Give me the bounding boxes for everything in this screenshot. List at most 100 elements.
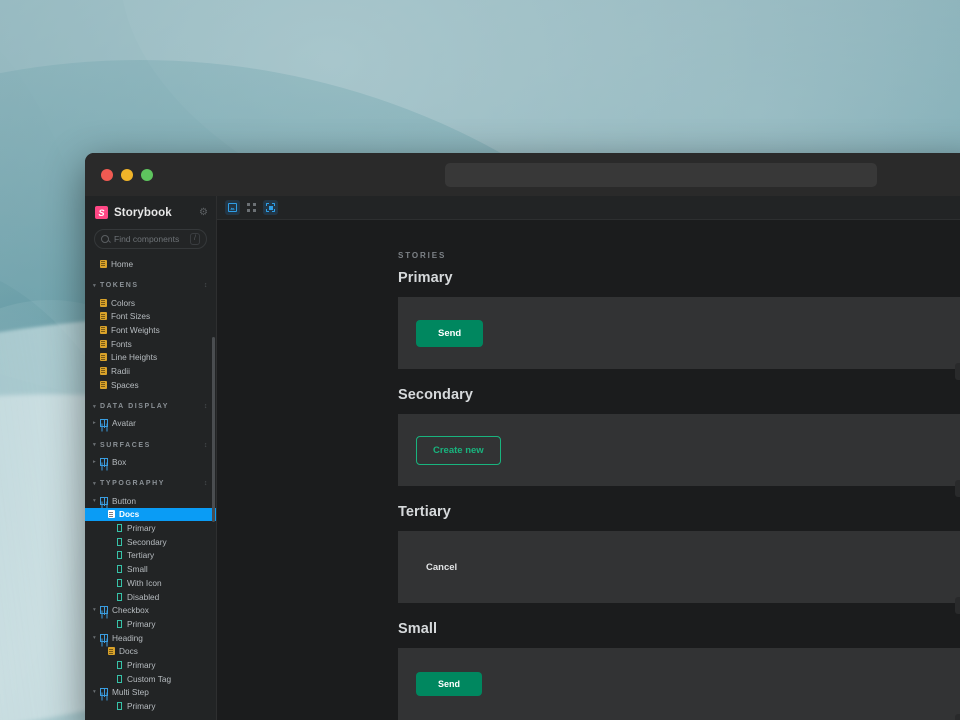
sidebar-item-tertiary[interactable]: Tertiary: [85, 549, 216, 563]
sidebar-item-font-sizes[interactable]: Font Sizes: [85, 309, 216, 323]
sidebar-group-surfaces[interactable]: ▾ SURFACES ↕: [85, 430, 216, 455]
address-bar-input[interactable]: [445, 163, 877, 187]
chevron-down-icon: ▾: [93, 403, 98, 410]
sidebar-item-label: Home: [111, 258, 134, 269]
docs-canvas[interactable]: STORIES Primary Send Show code Secondary Cre…: [217, 220, 960, 720]
sidebar-item-primary[interactable]: Primary: [85, 699, 216, 713]
sidebar-item-label: Line Heights: [111, 352, 158, 363]
sidebar-item-multi-step[interactable]: ▾ Multi Step: [85, 686, 216, 700]
sidebar-item-spaces[interactable]: Spaces: [85, 378, 216, 392]
sidebar-group-data-display[interactable]: ▾ DATA DISPLAY ↕: [85, 392, 216, 417]
sidebar-item-home[interactable]: Home: [85, 257, 216, 271]
component-grid-icon: [100, 688, 108, 698]
story-bookmark-icon: [117, 619, 122, 628]
sidebar-item-font-weights[interactable]: Font Weights: [85, 323, 216, 337]
chevron-down-icon: ▾: [93, 689, 96, 696]
grid-background-icon[interactable]: [244, 200, 259, 215]
browser-window: S Storybook ⚙ Find components / Home ▾ TOK…: [85, 153, 960, 720]
story-heading: Primary: [398, 270, 453, 286]
show-code-button[interactable]: Show code: [954, 480, 960, 497]
sidebar-item-custom-tag[interactable]: Custom Tag: [85, 672, 216, 686]
chevron-down-icon: ▾: [93, 480, 98, 487]
story-bookmark-icon: [117, 537, 122, 546]
window-titlebar: [85, 153, 960, 196]
expand-collapse-icon[interactable]: ↕: [204, 403, 209, 410]
chevron-down-icon: ▾: [93, 282, 98, 289]
sidebar-item-label: Font Weights: [111, 324, 160, 335]
sidebar-item-checkbox[interactable]: ▾ Checkbox: [85, 603, 216, 617]
chevron-right-icon: ▸: [93, 420, 96, 427]
sidebar-item-disabled[interactable]: Disabled: [85, 590, 216, 604]
sidebar-scrollbar[interactable]: [212, 337, 215, 522]
demo-button-secondary[interactable]: Create new: [416, 435, 501, 465]
show-code-button[interactable]: Show code: [954, 714, 960, 720]
sidebar-item-box[interactable]: ▸ Box: [85, 455, 216, 469]
sidebar-item-fonts[interactable]: Fonts: [85, 337, 216, 351]
sidebar-item-button[interactable]: ▾ Button: [85, 494, 216, 508]
story-heading: Secondary: [398, 387, 474, 403]
sidebar-item-primary[interactable]: Primary: [85, 521, 216, 535]
sidebar-item-label: Font Sizes: [111, 311, 151, 322]
canvas-toolbar: [217, 196, 960, 220]
chevron-down-icon: ▾: [93, 607, 96, 614]
demo-button-small[interactable]: Send: [416, 672, 483, 696]
expand-collapse-icon[interactable]: ↕: [204, 282, 209, 289]
sidebar-item-label: With Icon: [127, 577, 162, 588]
sidebar-tree[interactable]: Home ▾ TOKENS ↕ Colors Font Sizes Font Weights…: [85, 257, 216, 720]
sidebar-item-label: Spaces: [111, 379, 139, 390]
sidebar-item-colors[interactable]: Colors: [85, 296, 216, 310]
docs-page: STORIES Primary Send Show code Secondary Cre…: [217, 220, 960, 720]
sidebar-item-small[interactable]: Small: [85, 562, 216, 576]
gear-icon[interactable]: ⚙: [199, 207, 208, 218]
sidebar-item-label: Docs: [119, 646, 138, 657]
sidebar-group-label: TOKENS: [100, 282, 139, 290]
search-input[interactable]: Find components /: [94, 229, 207, 249]
sidebar-group-label: DATA DISPLAY: [100, 403, 169, 410]
search-icon: [101, 235, 109, 243]
sidebar-brand-title: Storybook: [114, 206, 172, 219]
document-icon: [100, 259, 107, 268]
sidebar-item-docs[interactable]: Docs: [85, 507, 216, 522]
maximize-window-button[interactable]: [141, 168, 153, 181]
document-icon: [108, 510, 115, 519]
sidebar-item-line-heights[interactable]: Line Heights: [85, 350, 216, 364]
minimize-window-button[interactable]: [121, 168, 133, 181]
component-grid-icon: [100, 496, 108, 506]
component-grid-icon: [100, 458, 108, 468]
story-heading: Small: [398, 621, 438, 637]
sidebar-item-primary[interactable]: Primary: [85, 658, 216, 672]
sidebar-item-avatar[interactable]: ▸ Avatar: [85, 417, 216, 431]
sidebar-item-primary[interactable]: Primary: [85, 617, 216, 631]
search-placeholder: Find components: [114, 234, 180, 244]
close-window-button[interactable]: [101, 168, 113, 181]
measure-outline-icon[interactable]: [263, 200, 278, 215]
sidebar-group-label: TYPOGRAPHY: [100, 480, 166, 488]
document-icon: [100, 353, 107, 362]
sidebar-item-secondary[interactable]: Secondary: [85, 535, 216, 549]
demo-button-primary[interactable]: Send: [416, 319, 484, 347]
demo-button-tertiary[interactable]: Cancel: [416, 554, 467, 581]
document-icon: [100, 339, 107, 348]
sidebar-item-label: Heading: [112, 632, 143, 643]
sidebar-item-radii[interactable]: Radii: [85, 364, 216, 378]
sidebar-item-label: Box: [112, 457, 127, 468]
sidebar-item-label: Avatar: [112, 418, 136, 429]
sidebar-item-heading[interactable]: ▾ Heading: [85, 631, 216, 645]
show-code-button[interactable]: Show code: [954, 363, 960, 380]
sidebar-brand[interactable]: S Storybook ⚙: [85, 196, 216, 225]
sidebar-item-docs[interactable]: Docs: [85, 644, 216, 658]
image-zoom-icon[interactable]: [225, 200, 240, 215]
sidebar-item-with-icon[interactable]: With Icon: [85, 576, 216, 590]
main-panel: STORIES Primary Send Show code Secondary Cre…: [217, 196, 960, 720]
story-bookmark-icon: [117, 660, 122, 669]
show-code-button[interactable]: Show code: [954, 597, 960, 614]
sidebar-group-typography[interactable]: ▾ TYPOGRAPHY ↕: [85, 469, 216, 494]
expand-collapse-icon[interactable]: ↕: [204, 442, 209, 449]
story-bookmark-icon: [117, 592, 122, 601]
sidebar-group-tokens[interactable]: ▾ TOKENS ↕: [85, 271, 216, 296]
story-bookmark-icon: [117, 578, 122, 587]
sidebar-item-label: Primary: [127, 659, 156, 670]
search-shortcut-badge: /: [190, 233, 200, 245]
expand-collapse-icon[interactable]: ↕: [204, 480, 209, 487]
sidebar: S Storybook ⚙ Find components / Home ▾ TOK…: [85, 196, 217, 720]
